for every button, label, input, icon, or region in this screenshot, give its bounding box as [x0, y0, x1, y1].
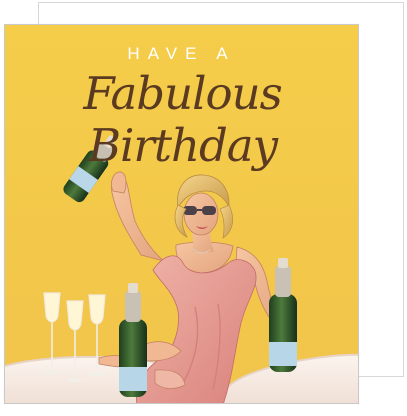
card-script-title: Fabulous Birthday	[83, 67, 282, 172]
card-headline: HAVE A	[127, 44, 236, 63]
birthday-card: HAVE A Fabulous Birthday	[4, 24, 359, 404]
